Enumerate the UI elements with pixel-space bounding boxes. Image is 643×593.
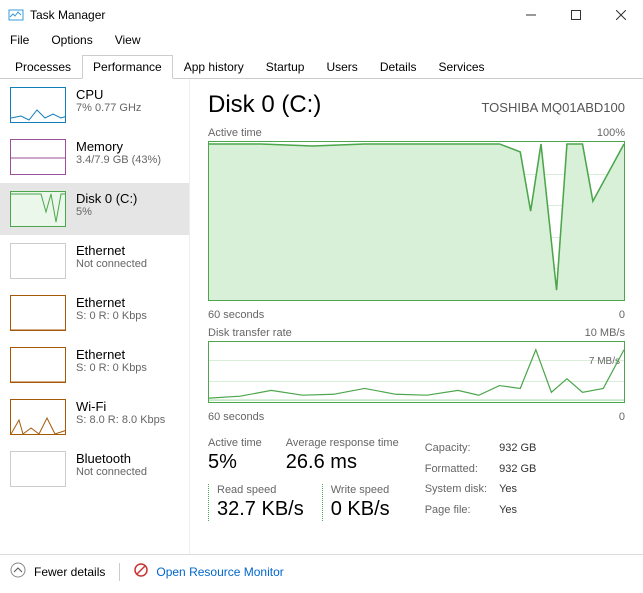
page-title: Disk 0 (C:) [208,91,321,119]
app-icon [8,7,24,23]
chart2-label-right: 10 MB/s [585,327,625,339]
sidebar-sub: Not connected [76,258,147,270]
active-time-label: Active time [208,437,262,449]
sidebar-sub: S: 8.0 R: 8.0 Kbps [76,414,165,426]
close-button[interactable] [598,0,643,30]
sidebar-sub: S: 0 R: 0 Kbps [76,310,147,322]
titlebar[interactable]: Task Manager [0,0,643,30]
sidebar[interactable]: CPU7% 0.77 GHzMemory3.4/7.9 GB (43%)Disk… [0,79,190,554]
write-speed-label: Write speed [331,484,390,496]
chart1-label-right: 100% [597,127,625,139]
active-time-value: 5% [208,451,262,474]
chart1-axis-right: 0 [619,309,625,321]
thumb-bt [10,451,66,487]
active-time-chart [208,141,625,301]
sidebar-item-eth0-3[interactable]: EthernetNot connected [0,235,189,287]
chart1-label-left: Active time [208,127,262,139]
menubar: File Options View [0,30,643,50]
chevron-up-icon [10,562,26,581]
thumb-cpu [10,87,66,123]
minimize-button[interactable] [508,0,553,30]
sidebar-title: Ethernet [76,295,147,310]
read-speed-label: Read speed [217,484,304,496]
sidebar-title: Ethernet [76,243,147,258]
sidebar-item-mem-1[interactable]: Memory3.4/7.9 GB (43%) [0,131,189,183]
resource-monitor-icon [134,563,148,580]
sidebar-title: CPU [76,87,141,102]
sidebar-item-eth1-5[interactable]: EthernetS: 0 R: 0 Kbps [0,339,189,391]
sidebar-sub: 7% 0.77 GHz [76,102,141,114]
sidebar-title: Ethernet [76,347,147,362]
thumb-eth1 [10,295,66,331]
thumb-eth0 [10,243,66,279]
avg-response-label: Average response time [286,437,399,449]
sidebar-item-cpu-0[interactable]: CPU7% 0.77 GHz [0,79,189,131]
thumb-eth1 [10,347,66,383]
sidebar-sub: Not connected [76,466,147,478]
menu-view[interactable]: View [111,31,145,49]
write-speed-value: 0 KB/s [331,498,390,521]
disk-properties: Capacity:932 GB Formatted:932 GB System … [423,437,549,521]
sidebar-title: Memory [76,139,161,154]
tab-services[interactable]: Services [428,55,496,79]
sidebar-sub: 5% [76,206,137,218]
sidebar-title: Disk 0 (C:) [76,191,137,206]
tab-startup[interactable]: Startup [255,55,316,79]
avg-response-value: 26.6 ms [286,451,399,474]
maximize-button[interactable] [553,0,598,30]
fewer-details-button[interactable]: Fewer details [34,565,105,579]
sidebar-item-bt-7[interactable]: BluetoothNot connected [0,443,189,495]
sidebar-title: Wi-Fi [76,399,165,414]
transfer-rate-chart: 7 MB/s [208,341,625,403]
menu-file[interactable]: File [6,31,33,49]
open-resource-monitor-link[interactable]: Open Resource Monitor [156,565,283,579]
read-speed-value: 32.7 KB/s [217,498,304,521]
sidebar-item-eth1-4[interactable]: EthernetS: 0 R: 0 Kbps [0,287,189,339]
tab-users[interactable]: Users [315,55,368,79]
tab-performance[interactable]: Performance [82,55,173,79]
sidebar-sub: S: 0 R: 0 Kbps [76,362,147,374]
chart2-label-left: Disk transfer rate [208,327,292,339]
sidebar-title: Bluetooth [76,451,147,466]
main-panel: Disk 0 (C:) TOSHIBA MQ01ABD100 Active ti… [190,79,643,554]
sidebar-sub: 3.4/7.9 GB (43%) [76,154,161,166]
thumb-disk [10,191,66,227]
thumb-mem [10,139,66,175]
footer: Fewer details Open Resource Monitor [0,554,643,588]
tab-processes[interactable]: Processes [4,55,82,79]
chart2-axis-right: 0 [619,411,625,423]
sidebar-item-wifi-6[interactable]: Wi-FiS: 8.0 R: 8.0 Kbps [0,391,189,443]
tab-bar: Processes Performance App history Startu… [0,54,643,79]
thumb-wifi [10,399,66,435]
menu-options[interactable]: Options [47,31,96,49]
tab-app-history[interactable]: App history [173,55,255,79]
tab-details[interactable]: Details [369,55,428,79]
sidebar-item-disk-2[interactable]: Disk 0 (C:)5% [0,183,189,235]
window-title: Task Manager [30,8,508,22]
disk-model: TOSHIBA MQ01ABD100 [481,100,625,115]
chart2-axis-left: 60 seconds [208,411,264,423]
chart1-axis-left: 60 seconds [208,309,264,321]
